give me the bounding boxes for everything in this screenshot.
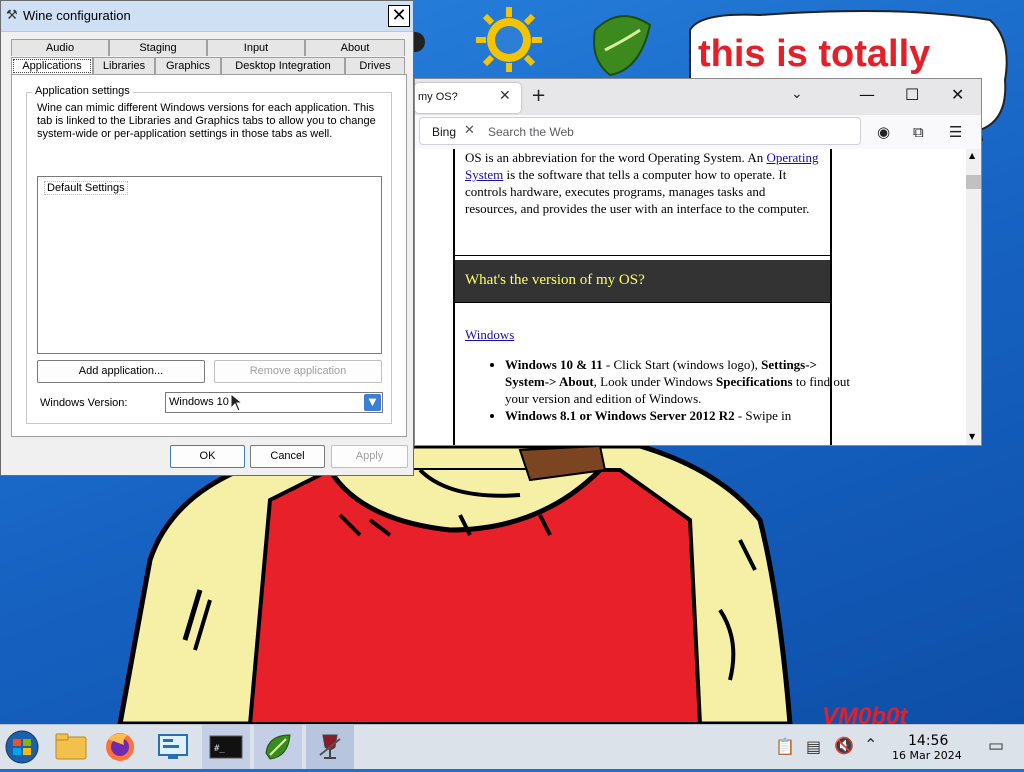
list-item: Windows 8.1 or Windows Server 2012 R2 - … <box>505 407 855 424</box>
chevron-down-icon[interactable]: ▼ <box>364 394 381 411</box>
browser-tab-title: my OS? <box>418 91 458 103</box>
windows-version-label: Windows Version: <box>40 397 128 409</box>
search-input[interactable]: Bing ✕ Search the Web <box>419 117 861 145</box>
version-list: Windows 10 & 11 - Click Start (windows l… <box>465 356 855 424</box>
minimize-icon[interactable]: — <box>859 85 875 104</box>
tab-libraries[interactable]: Libraries <box>93 57 155 74</box>
group-description: Wine can mimic different Windows version… <box>37 102 376 140</box>
clock-time[interactable]: 14:56 <box>908 733 948 749</box>
browser-tabbar: my OS? ✕ + ⌄ — ☐ ✕ <box>415 79 981 115</box>
tab-desktop-integration[interactable]: Desktop Integration <box>221 57 345 74</box>
tab-applications[interactable]: Applications <box>11 57 93 75</box>
section-heading: What's the version of my OS? <box>455 260 830 302</box>
divider <box>455 255 830 256</box>
character-drawing <box>117 443 793 724</box>
ok-button[interactable]: OK <box>170 445 245 468</box>
article: OS is an abbreviation for the word Opera… <box>453 149 850 445</box>
scroll-down-icon[interactable]: ▼ <box>969 432 975 441</box>
scroll-up-icon[interactable]: ▲ <box>969 151 975 160</box>
taskbar-wine-config[interactable] <box>306 725 354 769</box>
taskbar-file-manager[interactable] <box>48 725 96 769</box>
new-tab-icon[interactable]: + <box>531 85 546 106</box>
wine-glass-icon <box>319 734 341 759</box>
tab-drives[interactable]: Drives <box>345 57 405 74</box>
start-orb-icon <box>5 730 39 764</box>
web-content: OS is an abbreviation for the word Opera… <box>415 149 981 445</box>
tab-input[interactable]: Input <box>207 39 305 56</box>
search-placeholder: Search the Web <box>488 125 574 139</box>
remove-application-button[interactable]: Remove application <box>214 360 382 383</box>
scrollbar[interactable] <box>966 149 981 445</box>
list-all-tabs-icon[interactable]: ⌄ <box>791 86 803 102</box>
add-application-button[interactable]: Add application... <box>37 360 205 383</box>
chevron-up-icon[interactable]: ⌃ <box>864 735 877 754</box>
tab-about[interactable]: About <box>305 39 405 56</box>
wine-config-window: ⚒ Wine configuration ✕ Audio Staging Inp… <box>0 0 414 476</box>
taskbar-system-info[interactable] <box>150 725 198 769</box>
show-desktop-icon[interactable]: ▭ <box>988 736 1004 756</box>
taskbar-terminal[interactable]: #_ <box>202 725 250 769</box>
wine-titlebar[interactable]: ⚒ Wine configuration ✕ <box>1 1 413 32</box>
intro-paragraph: OS is an abbreviation for the word Opera… <box>465 150 819 216</box>
application-list[interactable]: Default Settings <box>37 176 382 354</box>
tab-staging[interactable]: Staging <box>109 39 207 56</box>
list-item-default-settings[interactable]: Default Settings <box>44 181 128 195</box>
start-button[interactable] <box>0 725 48 769</box>
list-item: Windows 10 & 11 - Click Start (windows l… <box>505 356 855 407</box>
speech-text: this is totally <box>698 33 930 75</box>
clipboard-icon[interactable]: 📋 <box>775 737 795 756</box>
volume-muted-icon[interactable]: 🔇 <box>834 736 854 755</box>
battery-icon[interactable]: ▤ <box>806 737 821 756</box>
signature-text: VM0b0t <box>822 703 908 724</box>
leaf-app-icon <box>265 734 291 760</box>
leaf-desktop-icon <box>593 15 652 77</box>
extensions-icon[interactable]: ⧉ <box>913 123 924 141</box>
wine-tools-icon: ⚒ <box>6 8 18 23</box>
windows-version-value: Windows 10 <box>169 396 229 408</box>
taskbar-wine-app[interactable] <box>254 725 302 769</box>
close-button[interactable]: ✕ <box>388 5 410 27</box>
windows-link[interactable]: Windows <box>465 326 514 343</box>
close-tab-icon[interactable]: ✕ <box>499 88 511 104</box>
sun-desktop-icon <box>476 7 542 72</box>
apply-button[interactable]: Apply <box>331 445 408 468</box>
applications-panel: Application settings Wine can mimic diff… <box>11 74 407 437</box>
terminal-icon: #_ <box>214 744 225 754</box>
account-icon[interactable]: ◉ <box>877 123 890 141</box>
mouse-cursor-icon <box>230 393 244 412</box>
divider <box>455 302 830 303</box>
monitor-settings-icon <box>158 734 188 759</box>
search-engine-chip[interactable]: Bing <box>432 125 456 139</box>
wine-window-title: Wine configuration <box>23 8 131 23</box>
firefox-icon <box>106 733 134 761</box>
menu-icon[interactable]: ☰ <box>949 123 962 141</box>
desktop: this is totally VM0b0t ⚒ Wine configurat… <box>0 0 1024 724</box>
scrollbar-thumb[interactable] <box>966 175 981 189</box>
window-close-icon[interactable]: ✕ <box>951 85 964 104</box>
remove-engine-icon[interactable]: ✕ <box>464 123 475 138</box>
windows-version-select[interactable]: Windows 10 ▼ <box>165 392 383 413</box>
tab-audio[interactable]: Audio <box>11 39 109 56</box>
cancel-button[interactable]: Cancel <box>250 445 325 468</box>
taskbar-firefox[interactable] <box>96 725 144 769</box>
maximize-icon[interactable]: ☐ <box>905 85 919 104</box>
taskbar: #_ 📋 ▤ 🔇 ⌃ 14:56 16 Mar 2024 ▭ <box>0 724 1024 769</box>
clock-date[interactable]: 16 Mar 2024 <box>892 749 962 762</box>
browser-window: my OS? ✕ + ⌄ — ☐ ✕ Bing ✕ Search the Web… <box>414 78 982 446</box>
browser-tab[interactable]: my OS? ✕ <box>415 83 521 113</box>
folder-icon <box>55 733 87 760</box>
browser-navbar: Bing ✕ Search the Web ◉ ⧉ ☰ <box>415 115 981 150</box>
tab-graphics[interactable]: Graphics <box>155 57 221 74</box>
group-title: Application settings <box>32 85 133 97</box>
